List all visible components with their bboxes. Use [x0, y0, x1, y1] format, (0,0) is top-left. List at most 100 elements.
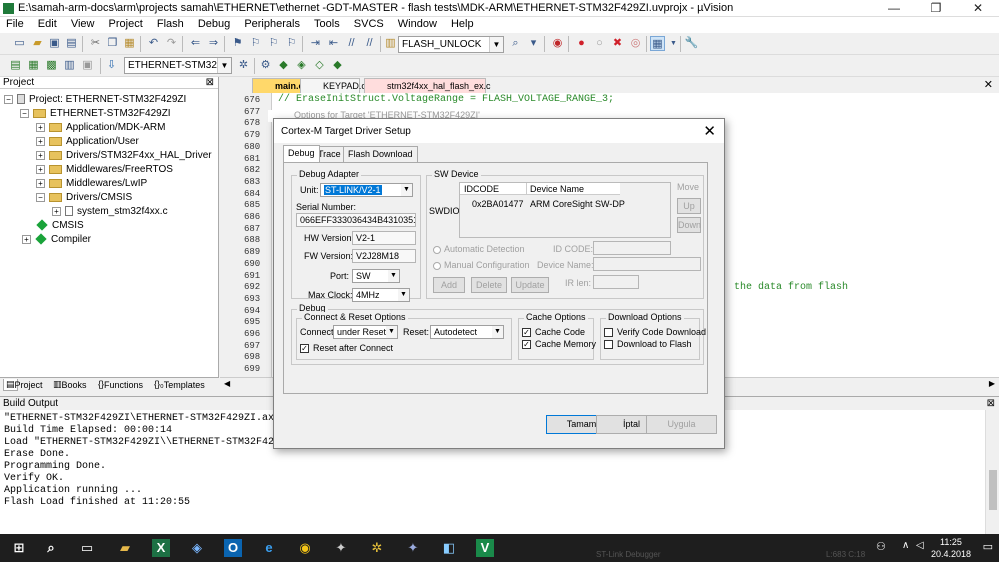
search-icon[interactable]: ⌕: [42, 539, 60, 557]
menu-view[interactable]: View: [65, 17, 100, 30]
window-layout-icon[interactable]: ▦: [650, 36, 665, 51]
close-editor-icon[interactable]: ✕: [984, 78, 993, 91]
add-button[interactable]: Add: [433, 277, 465, 293]
reset-after-connect-checkbox[interactable]: ✓ Reset after Connect: [300, 343, 393, 354]
undo-icon[interactable]: ↶: [146, 36, 161, 51]
translate-icon[interactable]: ▤: [8, 58, 23, 73]
tree-item-group[interactable]: + Drivers/STM32F4xx_HAL_Driver: [36, 149, 212, 163]
find-icon[interactable]: ⌕: [508, 36, 523, 51]
apply-button[interactable]: Uygula: [646, 415, 717, 434]
bookmark-icon[interactable]: ⚑: [230, 36, 245, 51]
chrome-icon[interactable]: ◉: [296, 539, 314, 557]
menu-debug[interactable]: Debug: [192, 17, 235, 30]
chevron-down-icon[interactable]: ▼: [217, 58, 231, 73]
tab-functions[interactable]: {} Functions: [98, 379, 143, 390]
scroll-left-icon[interactable]: ◀: [224, 379, 230, 388]
tab-keypad-c[interactable]: KEYPAD.c: [300, 78, 366, 93]
tree-item-target[interactable]: − ETHERNET-STM32F429ZI: [20, 107, 171, 121]
breakpoint-icon[interactable]: ●: [574, 36, 589, 51]
next-bookmark-icon[interactable]: ⚐: [266, 36, 281, 51]
layout-dropdown-icon[interactable]: ▼: [666, 36, 681, 51]
target-combo[interactable]: ETHERNET-STM32F429ZI ▼: [124, 57, 232, 74]
port-select[interactable]: SW ▼: [352, 269, 400, 283]
uncomment-icon[interactable]: //: [362, 36, 377, 51]
collapse-icon[interactable]: −: [36, 192, 45, 202]
target-options-icon[interactable]: ✲: [236, 58, 251, 73]
menu-svcs[interactable]: SVCS: [348, 17, 389, 30]
cut-icon[interactable]: ✂: [88, 36, 103, 51]
collapse-icon[interactable]: −: [4, 94, 13, 104]
minimize-button[interactable]: —: [873, 0, 915, 17]
stop-build-icon[interactable]: ▣: [80, 58, 95, 73]
tree-item-file[interactable]: + system_stm32f4xx.c: [52, 205, 168, 219]
chevron-down-icon[interactable]: ▼: [492, 326, 503, 338]
find-combo[interactable]: FLASH_UNLOCK ▼: [398, 36, 504, 53]
expand-icon[interactable]: +: [36, 178, 45, 188]
download-to-flash-checkbox[interactable]: Download to Flash: [604, 339, 692, 350]
move-up-button[interactable]: Up: [677, 198, 701, 214]
tab-hal-flash-ex-c[interactable]: stm32f4xx_hal_flash_ex.c: [364, 78, 491, 93]
people-icon[interactable]: ⚇: [876, 540, 886, 553]
tree-item-group[interactable]: + Application/MDK-ARM: [36, 121, 165, 135]
debug-session-icon[interactable]: ◉: [550, 36, 565, 51]
menu-file[interactable]: File: [0, 17, 29, 30]
clear-bookmarks-icon[interactable]: ⚐: [284, 36, 299, 51]
menu-flash[interactable]: Flash: [151, 17, 189, 30]
cache-memory-checkbox[interactable]: ✓ Cache Memory: [522, 339, 596, 350]
chevron-down-icon[interactable]: ▼: [386, 326, 397, 338]
sw-device-table[interactable]: IDCODE Device Name 0x2BA01477 ARM CoreSi…: [459, 182, 671, 238]
task-view-icon[interactable]: ▭: [78, 539, 96, 557]
speaker-icon[interactable]: ◁: [916, 540, 924, 551]
expand-icon[interactable]: +: [36, 122, 45, 132]
chevron-down-icon[interactable]: ▼: [388, 270, 399, 282]
automatic-detection-radio[interactable]: Automatic Detection: [433, 244, 525, 254]
manage-rte-icon[interactable]: ◆: [330, 58, 345, 73]
expand-icon[interactable]: +: [36, 150, 45, 160]
excel-icon[interactable]: X: [152, 539, 170, 557]
select-software-packs-icon[interactable]: ◈: [294, 58, 309, 73]
open-file-icon[interactable]: ▰: [30, 36, 45, 51]
file-explorer-icon[interactable]: ▰: [116, 539, 134, 557]
copy-icon[interactable]: ❐: [105, 36, 120, 51]
tree-item-project-root[interactable]: − Project: ETHERNET-STM32F429ZI: [4, 93, 186, 107]
unit-select[interactable]: ST-LINK/V2-1 ▼: [320, 183, 413, 197]
menu-window[interactable]: Window: [392, 17, 442, 30]
nav-forward-icon[interactable]: ⇒: [206, 36, 221, 51]
batch-build-icon[interactable]: ▥: [62, 58, 77, 73]
expand-icon[interactable]: +: [52, 206, 61, 216]
tab-books[interactable]: ▥ Books: [53, 379, 87, 390]
pack-installer-icon[interactable]: ◇: [312, 58, 327, 73]
ir-len-field[interactable]: [593, 275, 639, 289]
expand-icon[interactable]: +: [36, 164, 45, 174]
tree-item-group[interactable]: + Application/User: [36, 135, 139, 149]
tree-item-group[interactable]: + Middlewares/FreeRTOS: [36, 163, 173, 177]
redo-icon[interactable]: ↷: [164, 36, 179, 51]
tray-chevron-icon[interactable]: ∧: [902, 540, 909, 551]
tools-app-icon[interactable]: ✲: [368, 539, 386, 557]
close-pane-icon[interactable]: ⊠: [206, 77, 214, 88]
verify-code-download-checkbox[interactable]: Verify Code Download: [604, 327, 706, 338]
nav-back-icon[interactable]: ⇐: [188, 36, 203, 51]
idcode-field[interactable]: [593, 241, 671, 255]
connect-select[interactable]: under Reset ▼: [333, 325, 398, 339]
cache-code-checkbox[interactable]: ✓ Cache Code: [522, 327, 585, 338]
taskbar-clock[interactable]: 11:25 20.4.2018: [931, 536, 971, 560]
expand-icon[interactable]: +: [22, 234, 31, 244]
scroll-right-icon[interactable]: ▶: [989, 379, 995, 388]
manage-components-icon[interactable]: ◆: [276, 58, 291, 73]
restore-button[interactable]: ❐: [915, 0, 957, 17]
move-down-button[interactable]: Down: [677, 217, 701, 233]
tab-project[interactable]: ▤ Project: [3, 379, 43, 391]
incremental-find-icon[interactable]: ▾: [526, 36, 541, 51]
rebuild-icon[interactable]: ▩: [44, 58, 59, 73]
chevron-down-icon[interactable]: ▼: [489, 37, 503, 52]
outlook-icon[interactable]: O: [224, 539, 242, 557]
menu-peripherals[interactable]: Peripherals: [238, 17, 305, 30]
indent-icon[interactable]: ⇥: [308, 36, 323, 51]
notification-icon[interactable]: ▭: [983, 540, 993, 553]
disable-all-breakpoints-icon[interactable]: ◎: [628, 36, 643, 51]
dialog-close-button[interactable]: ✕: [703, 122, 716, 140]
paste-icon[interactable]: ▦: [122, 36, 137, 51]
comment-icon[interactable]: //: [344, 36, 359, 51]
close-window-button[interactable]: ✕: [957, 0, 999, 17]
